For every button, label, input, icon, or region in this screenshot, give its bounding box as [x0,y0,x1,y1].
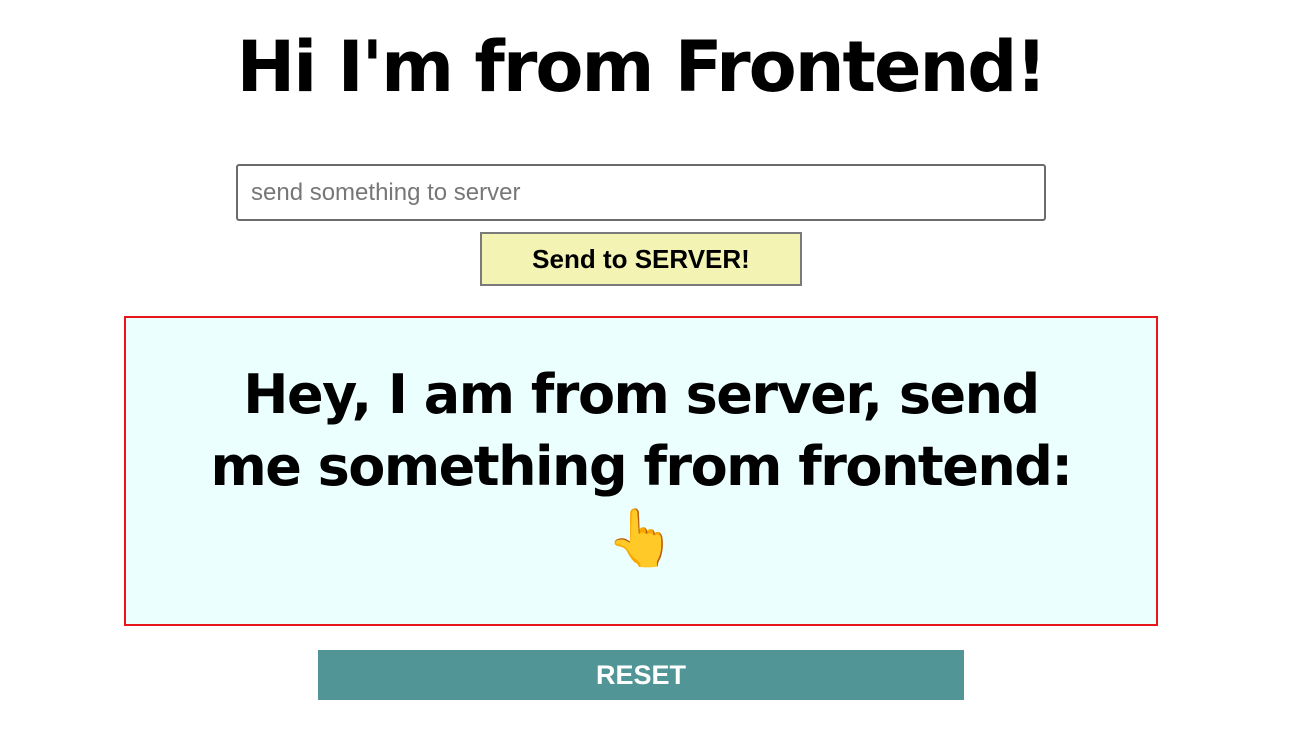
message-input[interactable] [236,164,1046,221]
server-message: Hey, I am from server, send me something… [191,359,1091,575]
page-title: Hi I'm from Frontend! [236,26,1048,108]
send-to-server-button[interactable]: Send to SERVER! [480,232,802,286]
page: Hi I'm from Frontend! Send to SERVER! He… [0,0,1302,744]
reset-button[interactable]: RESET [318,650,964,700]
server-response-panel: Hey, I am from server, send me something… [124,316,1158,626]
server-message-text: Hey, I am from server, send me something… [210,363,1073,498]
pointing-up-hand-icon: 👆 [606,506,676,571]
